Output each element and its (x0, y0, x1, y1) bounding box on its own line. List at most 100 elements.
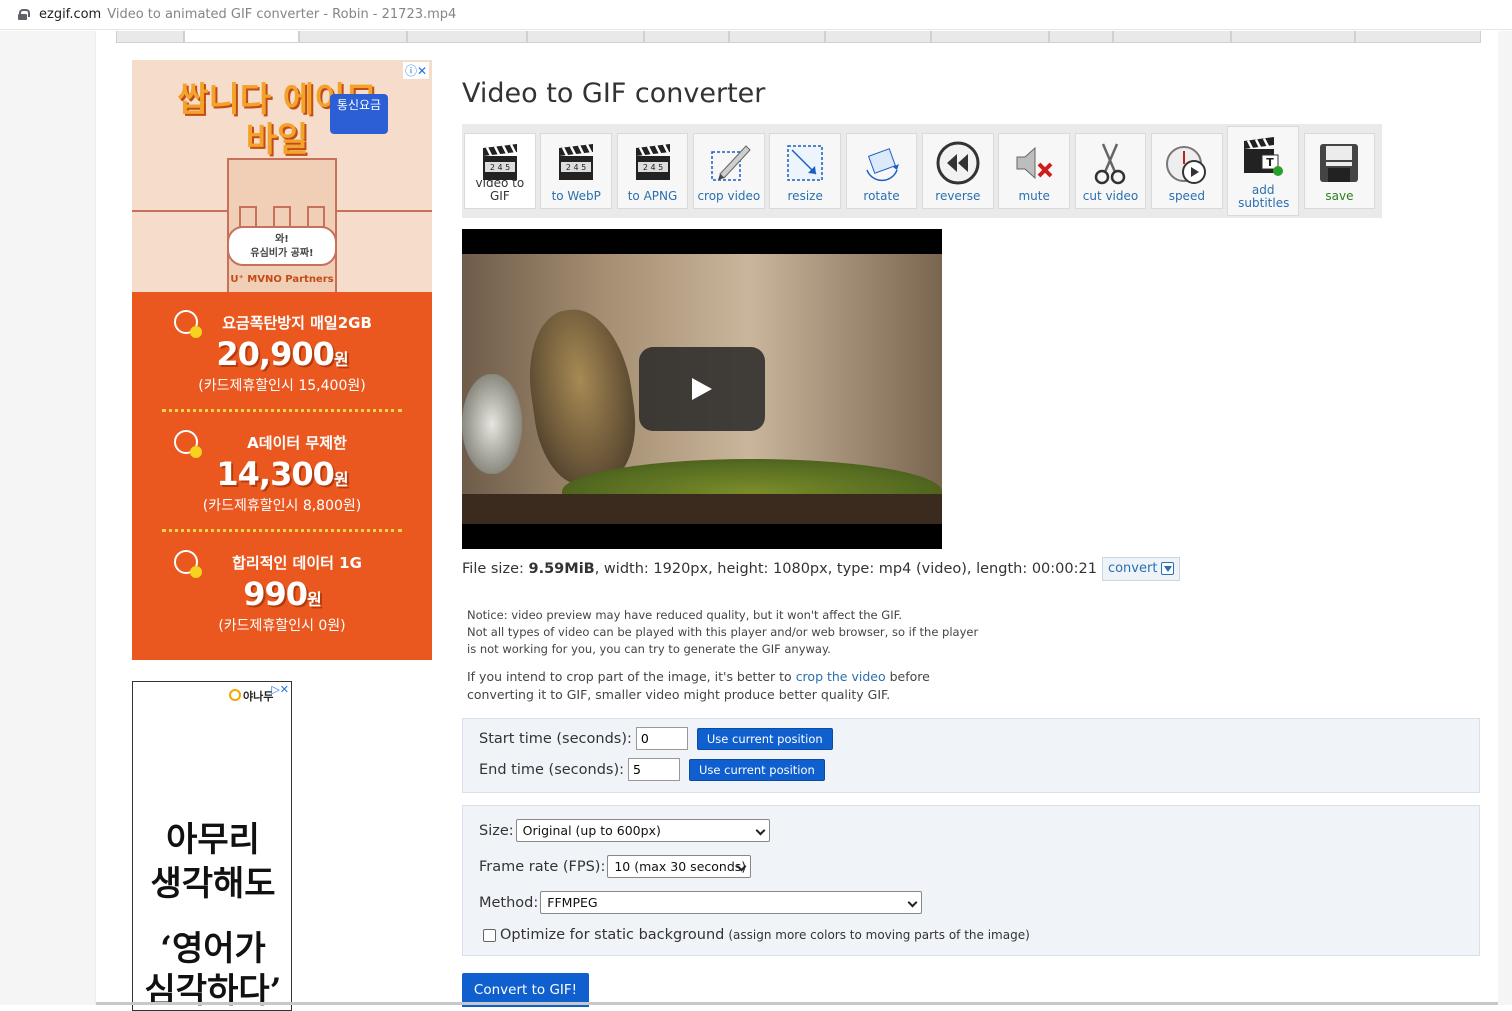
video-player[interactable] (462, 229, 942, 549)
check-icon (174, 550, 202, 578)
check-icon (174, 310, 202, 338)
start-time-input[interactable] (635, 727, 688, 750)
ad2-line: 생각해도 (150, 864, 276, 904)
start-time-label: Start time (seconds): (479, 730, 632, 747)
window (273, 206, 291, 228)
nav-tab[interactable] (644, 31, 729, 43)
tool-label: speed (1168, 189, 1205, 203)
tool-label: save (1325, 189, 1354, 203)
fps-row: Frame rate (FPS): 10 (max 30 seconds) (479, 855, 752, 878)
tool-cut-video[interactable]: cut video (1074, 133, 1147, 209)
ad-close-icon[interactable]: ⓘ✕ (402, 62, 429, 79)
ad-banner-large[interactable]: 쌉니다 에이모바일 통신요금 와! 유심비가 공짜! U⁺ MVNO Partn… (132, 60, 432, 660)
tool-label: crop video (697, 189, 761, 203)
video-bird (520, 302, 644, 491)
method-select[interactable]: FFMPEG (540, 891, 923, 914)
building-illustration (227, 158, 337, 292)
nav-tab[interactable] (1231, 31, 1355, 43)
ad-hero: 쌉니다 에이모바일 통신요금 와! 유심비가 공짜! U⁺ MVNO Partn… (132, 60, 432, 292)
nav-tab[interactable] (527, 31, 644, 43)
rotate-icon (865, 148, 899, 182)
time-range-panel: Start time (seconds): Use current positi… (462, 718, 1480, 793)
tool-label: to APNG (627, 189, 678, 203)
clapper-icon: 2 4 5 (635, 143, 670, 180)
offer-sub: (카드제휴할인시 0원) (218, 618, 346, 634)
end-time-row: End time (seconds): Use current position (479, 758, 825, 781)
optimize-label[interactable]: Optimize for static background (500, 927, 724, 943)
window (307, 206, 325, 228)
ad-offer: 요금폭탄방지 매일2GB 20,900원 (카드제휴할인시 15,400원) (132, 292, 432, 412)
use-current-position-end-button[interactable]: Use current position (689, 758, 825, 781)
browser-titlebar: ezgif.com Video to animated GIF converte… (0, 0, 1512, 30)
tab-title: Video to animated GIF converter - Robin … (107, 7, 457, 22)
method-row: Method: FFMPEG (479, 891, 923, 914)
offer-price: 14,300원 (132, 455, 432, 493)
nav-tab[interactable] (1355, 31, 1481, 43)
start-time-row: Start time (seconds): Use current positi… (479, 727, 833, 750)
crop-hint: If you intend to crop part of the image,… (467, 668, 937, 704)
file-size: 9.59MiB (528, 561, 595, 577)
badge-line: 유심비가 공짜! (250, 248, 314, 259)
tool-mute[interactable]: mute (998, 133, 1071, 209)
ad2-headline: 아무리 생각해도 (133, 818, 291, 906)
optimize-row: Optimize for static background (assign m… (483, 927, 1030, 943)
ad-banner-skyscraper[interactable]: 야나두 ▷✕ 아무리 생각해도 ‘영어가 심각하다’ (132, 681, 292, 1011)
badge-line: 와! (275, 234, 289, 245)
scissors-icon (1095, 143, 1126, 185)
video-log (462, 494, 942, 524)
ad-tag: 통신요금 (330, 94, 388, 134)
tool-reverse[interactable]: reverse (921, 133, 994, 209)
convert-label: convert (1107, 561, 1158, 576)
tool-resize[interactable]: resize (769, 133, 842, 209)
save-icon (1320, 144, 1359, 182)
size-select[interactable]: Original (up to 600px) (515, 819, 770, 842)
price-unit: 원 (333, 350, 349, 369)
nav-tab[interactable] (1113, 31, 1231, 43)
tool-add-subtitles[interactable]: T add subtitles (1227, 126, 1300, 216)
nav-tab[interactable] (825, 31, 931, 43)
price-unit: 원 (333, 470, 349, 489)
nav-tab[interactable] (407, 31, 527, 43)
mute-icon (1016, 146, 1053, 180)
hint-text: If you intend to crop part of the image,… (467, 669, 796, 684)
svg-text:2 4 5: 2 4 5 (490, 163, 510, 172)
tool-to-webp[interactable]: 2 4 5 to WebP (540, 133, 613, 209)
size-label: Size: (479, 822, 514, 839)
nav-tab[interactable] (116, 31, 184, 43)
notice-text: Notice: video preview may have reduced q… (467, 607, 987, 658)
ad2-quote: ‘영어가 심각하다’ (133, 928, 291, 1010)
tool-label: add subtitles (1238, 183, 1290, 210)
end-time-input[interactable] (628, 758, 680, 781)
ad-close-icon[interactable]: ▷✕ (271, 683, 289, 696)
tool-label: to WebP (551, 189, 601, 203)
nav-tab[interactable] (931, 31, 1049, 43)
tool-crop-video[interactable]: crop video (692, 133, 765, 209)
svg-text:T: T (1266, 156, 1274, 169)
end-time-label: End time (seconds): (479, 761, 624, 778)
convert-dropdown-button[interactable]: convert (1101, 557, 1181, 581)
fps-select[interactable]: 10 (max 30 seconds) (607, 855, 752, 878)
tool-save[interactable]: save (1303, 133, 1376, 209)
method-label: Method: (479, 894, 539, 911)
optimize-checkbox[interactable] (483, 928, 496, 942)
tool-to-apng[interactable]: 2 4 5 to APNG (616, 133, 689, 209)
nav-tab[interactable] (1049, 31, 1113, 43)
tool-label: reverse (935, 189, 981, 203)
play-button[interactable] (639, 347, 765, 431)
offer-price: 20,900원 (132, 335, 432, 373)
tool-label: video to GIF (475, 176, 525, 203)
crop-video-link[interactable]: crop the video (796, 669, 886, 684)
nav-tab[interactable] (299, 31, 407, 43)
stopwatch-icon (1165, 146, 1206, 184)
tool-rotate[interactable]: rotate (845, 133, 918, 209)
nav-tab-active[interactable] (184, 31, 299, 43)
lock-icon (18, 9, 30, 20)
nav-tab[interactable] (729, 31, 825, 43)
url-domain[interactable]: ezgif.com (39, 7, 101, 22)
tool-video-to-gif[interactable]: 2 4 5 video to GIF (464, 133, 536, 209)
window (239, 206, 257, 228)
tool-speed[interactable]: speed (1150, 133, 1223, 209)
use-current-position-start-button[interactable]: Use current position (696, 727, 833, 750)
video-leaf (462, 374, 522, 474)
ad-badge: 와! 유심비가 공짜! (227, 226, 337, 266)
